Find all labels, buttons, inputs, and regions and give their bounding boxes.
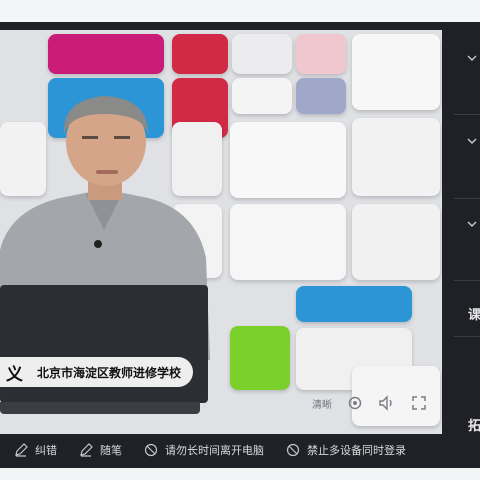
no-icon bbox=[286, 443, 300, 457]
chevron-down-icon[interactable] bbox=[466, 218, 478, 230]
gear-icon[interactable] bbox=[346, 394, 364, 412]
player-controls: 清晰 bbox=[312, 394, 428, 412]
notes-label: 随笔 bbox=[100, 444, 122, 457]
correction-button[interactable]: 纠错 bbox=[14, 442, 57, 458]
bottom-toolbar: 纠错 随笔 请勿长时间离开电脑 禁止多设备同时登录 bbox=[0, 432, 448, 468]
notice-multidevice-text: 禁止多设备同时登录 bbox=[307, 444, 406, 457]
chevron-down-icon[interactable] bbox=[466, 135, 478, 147]
correction-label: 纠错 bbox=[35, 444, 57, 457]
note-icon bbox=[80, 443, 93, 457]
sidebar-panel: 课 拓 bbox=[448, 22, 480, 468]
edit-icon bbox=[15, 443, 28, 457]
speaker-icon[interactable] bbox=[378, 394, 396, 412]
page-bottom-strip bbox=[0, 468, 480, 480]
divider bbox=[454, 336, 480, 337]
browser-top-strip bbox=[0, 0, 480, 22]
notes-button[interactable]: 随笔 bbox=[79, 442, 122, 458]
divider bbox=[454, 280, 480, 281]
fullscreen-icon[interactable] bbox=[410, 394, 428, 412]
divider bbox=[454, 198, 480, 199]
sidebar-section-label[interactable]: 课 bbox=[468, 304, 480, 323]
notice-multidevice: 禁止多设备同时登录 bbox=[286, 442, 406, 458]
speaker-caption: 义 北京市海淀区教师进修学校 bbox=[0, 357, 194, 387]
course-player-window: 义 北京市海淀区教师进修学校 清晰 课 拓 纠错 随笔 请勿长时间离开电脑 禁止… bbox=[0, 22, 480, 468]
speaker-name: 义 bbox=[6, 364, 23, 385]
no-icon bbox=[144, 443, 158, 457]
quality-button[interactable]: 清晰 bbox=[312, 396, 332, 411]
chevron-down-icon[interactable] bbox=[466, 52, 478, 64]
notice-leave: 请勿长时间离开电脑 bbox=[144, 442, 264, 458]
laptop-base bbox=[0, 402, 200, 414]
notice-leave-text: 请勿长时间离开电脑 bbox=[165, 444, 264, 457]
sidebar-section-label[interactable]: 拓 bbox=[468, 415, 480, 434]
speaker-school: 北京市海淀区教师进修学校 bbox=[37, 365, 182, 380]
video-player[interactable]: 义 北京市海淀区教师进修学校 清晰 bbox=[0, 30, 442, 434]
divider bbox=[454, 114, 480, 115]
